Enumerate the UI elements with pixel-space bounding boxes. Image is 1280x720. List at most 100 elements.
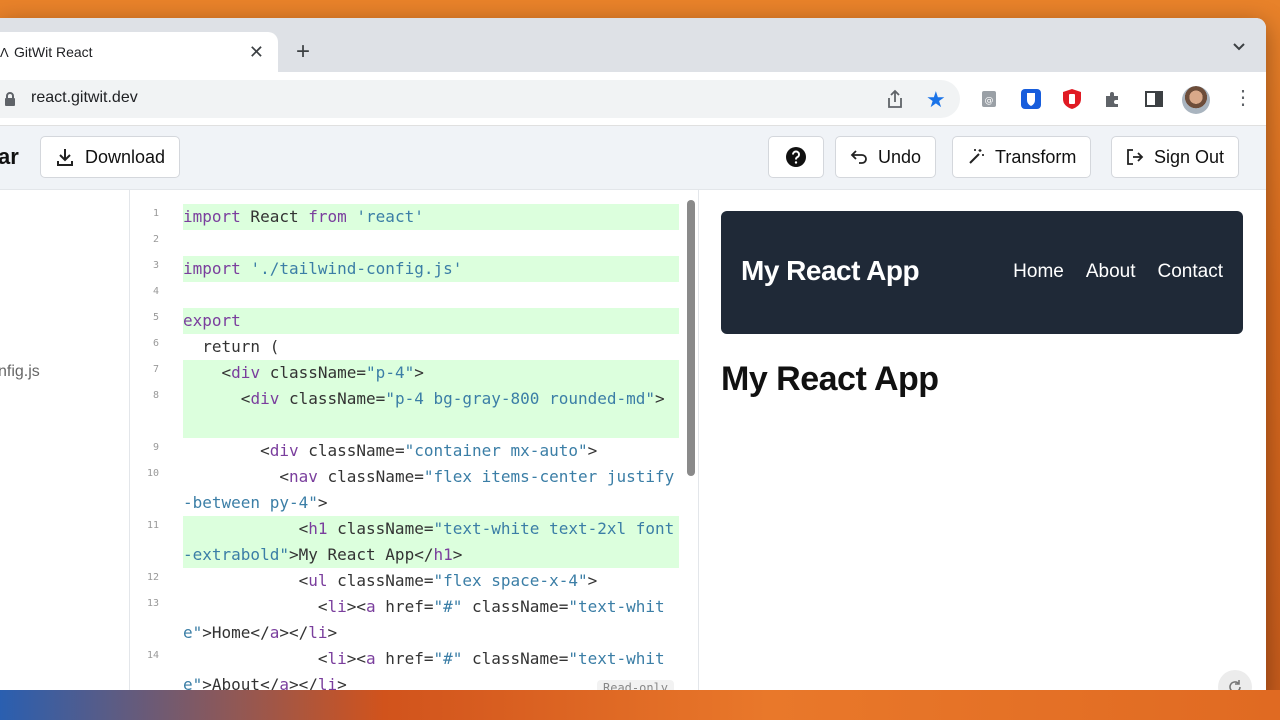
code-text: <div className="container mx-auto">: [183, 438, 679, 464]
code-line[interactable]: 11 <h1 className="text-white text-2xl fo…: [131, 516, 691, 568]
code-editor[interactable]: 14 <li><a href="#" className="text-white…: [131, 190, 699, 700]
code-token: <: [183, 597, 328, 616]
code-token: div: [269, 441, 299, 460]
chevron-down-icon[interactable]: [1232, 40, 1246, 54]
share-icon[interactable]: [886, 89, 904, 109]
code-token: export: [183, 311, 241, 330]
desktop-wallpaper: [0, 690, 1280, 720]
line-number: 14: [146, 650, 159, 661]
close-tab-icon[interactable]: ✕: [249, 42, 264, 63]
bookmark-star-icon[interactable]: ★: [926, 87, 946, 113]
code-token: a: [366, 649, 376, 668]
line-number: 11: [146, 520, 159, 531]
code-text: <div className="p-4">: [183, 360, 679, 386]
email-extension-icon[interactable]: @: [978, 88, 1000, 110]
code-text: export: [183, 308, 679, 334]
nav-link-about[interactable]: About: [1086, 261, 1136, 283]
code-token: "p-4": [366, 363, 415, 382]
code-line[interactable]: 8 <div className="p-4 bg-gray-800 rounde…: [131, 386, 691, 438]
tab-gitwit-react[interactable]: Ʌ GitWit React ✕: [0, 32, 278, 72]
magic-wand-icon: [969, 149, 984, 164]
code-token: >: [655, 389, 665, 408]
code-token: >: [452, 545, 463, 564]
code-line[interactable]: 1 import React from 'react': [131, 204, 691, 230]
code-token: "flex space-x-4": [433, 571, 588, 590]
preview-nav-title: My React App: [741, 255, 920, 286]
code-token: ><: [346, 597, 367, 616]
code-token: ul: [308, 571, 328, 590]
code-token: a: [269, 623, 280, 642]
code-line[interactable]: 13 <li><a href="#" className="text-white…: [131, 594, 691, 646]
transform-button[interactable]: Transform: [952, 136, 1092, 178]
sign-out-button[interactable]: Sign Out: [1111, 136, 1240, 178]
app-header: ar Download Undo Transform Sign Out: [0, 126, 1266, 190]
code-line[interactable]: 2: [131, 230, 691, 256]
code-token: <: [183, 389, 251, 408]
ublock-icon[interactable]: [1061, 88, 1083, 110]
code-token: className=: [327, 519, 434, 538]
nav-link-contact[interactable]: Contact: [1158, 261, 1223, 283]
code-line[interactable]: 3 import './tailwind-config.js': [131, 256, 691, 282]
code-text: <ul className="flex space-x-4">: [183, 568, 679, 594]
nav-link-home[interactable]: Home: [1013, 261, 1064, 283]
undo-button[interactable]: Undo: [835, 136, 937, 178]
code-token: >: [327, 623, 338, 642]
file-sidebar: [0, 190, 130, 700]
line-number: 10: [146, 468, 159, 479]
code-line[interactable]: 5 export: [131, 308, 691, 334]
code-token: nav: [288, 467, 318, 486]
code-token: h1: [308, 519, 328, 538]
puzzle-extensions-icon[interactable]: [1102, 88, 1124, 110]
download-button[interactable]: Download: [40, 136, 181, 178]
code-token: className=: [298, 441, 405, 460]
code-token: li: [327, 597, 347, 616]
undo-label: Undo: [878, 146, 922, 167]
code-token: <: [183, 441, 270, 460]
code-line[interactable]: 9 <div className="container mx-auto">: [131, 438, 691, 464]
app-brand: ar: [0, 144, 19, 169]
transform-label: Transform: [995, 146, 1077, 167]
code-token: href=: [375, 597, 434, 616]
line-number: 13: [146, 598, 159, 609]
code-token: <: [183, 519, 309, 538]
lock-icon: [5, 92, 15, 106]
help-button[interactable]: [768, 136, 824, 178]
tab-favicon-icon: Ʌ: [0, 44, 9, 60]
line-number: 2: [152, 234, 159, 245]
preview-nav-links: Home About Contact: [1013, 261, 1223, 283]
tab-strip: Ʌ GitWit React ✕ +: [0, 18, 1266, 72]
code-token: li: [308, 623, 328, 642]
code-token: return (: [183, 337, 280, 356]
code-token: className=: [317, 467, 424, 486]
code-line[interactable]: 10 <nav className="flex items-center jus…: [131, 464, 691, 516]
new-tab-button[interactable]: +: [296, 38, 310, 66]
code-token: div: [231, 363, 261, 382]
sidebar-file-tailwind-config[interactable]: nfig.js: [0, 363, 40, 381]
code-token: "#": [433, 649, 463, 668]
code-token: "container mx-auto": [404, 441, 588, 460]
browser-window: Ʌ GitWit React ✕ + react.gitwit.dev ★ @ …: [0, 18, 1266, 700]
code-text: <h1 className="text-white text-2xl font-…: [183, 516, 679, 568]
line-number: 5: [152, 312, 159, 323]
code-token: >: [317, 493, 328, 512]
url-text[interactable]: react.gitwit.dev: [31, 89, 138, 107]
download-label: Download: [85, 146, 166, 167]
editor-scrollbar[interactable]: [687, 200, 695, 476]
browser-menu-icon[interactable]: ⋮: [1233, 88, 1253, 108]
code-line[interactable]: 4: [131, 282, 691, 308]
bitwarden-icon[interactable]: [1020, 88, 1042, 110]
code-token: "#": [433, 597, 463, 616]
code-line[interactable]: 6 return (: [131, 334, 691, 360]
svg-text:@: @: [985, 96, 994, 106]
code-text: import './tailwind-config.js': [183, 256, 679, 282]
code-line[interactable]: 12 <ul className="flex space-x-4">: [131, 568, 691, 594]
code-line[interactable]: 7 <div className="p-4">: [131, 360, 691, 386]
preview-navbar: My React App Home About Contact: [721, 211, 1243, 334]
address-bar[interactable]: react.gitwit.dev ★: [0, 80, 960, 118]
line-number: 12: [146, 572, 159, 583]
sidebar-panel-icon[interactable]: [1143, 88, 1165, 110]
tab-title: GitWit React: [14, 44, 93, 60]
profile-avatar[interactable]: [1182, 86, 1210, 114]
code-token: className=: [462, 597, 569, 616]
